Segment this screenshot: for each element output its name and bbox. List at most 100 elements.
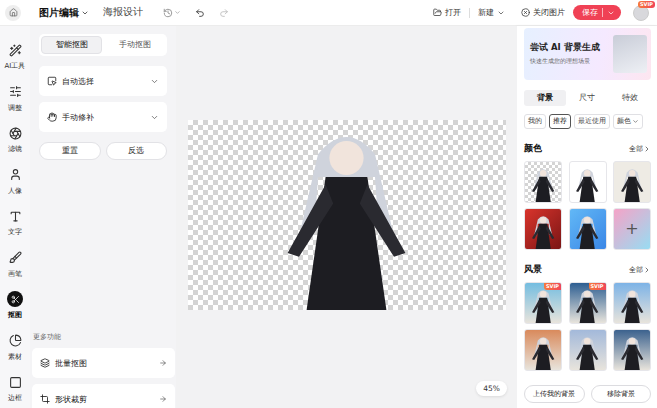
tool-item[interactable]: 调整 (0, 78, 30, 120)
chevron-down-icon (497, 9, 505, 17)
panel-tab[interactable]: 背景 (524, 90, 566, 106)
figure-illustration (527, 287, 559, 323)
image-editor: 图片编辑海报设计打开新建关闭图片保存SVIPAI工具调整滤镜人像文字画笔抠图素材… (0, 0, 657, 408)
tool-icon (9, 168, 22, 181)
mode-menu[interactable]: 图片编辑 (39, 6, 89, 20)
feature-icon (40, 394, 50, 404)
scenery-thumb[interactable]: SVIP (569, 282, 607, 324)
divider (469, 8, 470, 18)
chevron-down-icon (150, 77, 159, 86)
arrow-right-icon (159, 359, 167, 367)
figure-illustration (261, 120, 432, 310)
color-grid: + (524, 161, 651, 250)
scenery-grid: SVIP SVIP (524, 282, 651, 371)
tool-item[interactable]: AI工具 (0, 36, 30, 78)
action-button[interactable]: 重置 (39, 142, 101, 160)
see-all-link[interactable]: 全部 (629, 265, 651, 275)
tool-item[interactable]: 文字 (0, 202, 30, 244)
tool-icon-wrap (7, 167, 23, 183)
open-button[interactable]: 打开 (433, 7, 461, 18)
close-image-button[interactable]: 关闭图片 (521, 7, 565, 18)
filter-chip[interactable]: 推荐 (549, 114, 571, 129)
panel-tab[interactable]: 特效 (609, 90, 651, 106)
see-all-link[interactable]: 全部 (629, 144, 651, 154)
banner-subtitle: 快速生成您的理想场景 (530, 57, 609, 66)
scenery-thumb[interactable] (524, 329, 562, 371)
top-bar: 图片编辑 海报设计 打开 新建 关闭图片保存 SVIP (0, 0, 657, 26)
cutout-tab[interactable]: 智能抠图 (41, 36, 102, 54)
workspace: AI工具调整滤镜人像文字画笔抠图素材边框 智能抠图手动抠图自动选择手动修补重置反选… (0, 26, 657, 408)
tool-icon (9, 127, 22, 140)
color-thumb[interactable] (613, 161, 651, 203)
filter-chip[interactable]: 我的 (524, 114, 546, 129)
chevron-wrap (150, 77, 159, 86)
background-action-button[interactable]: 上传我的背景 (524, 385, 585, 403)
color-thumb[interactable] (524, 161, 562, 203)
zoom-level[interactable]: 45% (476, 381, 507, 396)
figure-illustration (616, 287, 648, 323)
tool-item[interactable]: 素材 (0, 327, 30, 369)
redo-button[interactable] (219, 8, 229, 18)
color-thumb[interactable] (569, 208, 607, 250)
home-icon (9, 8, 18, 17)
history-button[interactable] (163, 8, 181, 18)
canvas-area: 45% (176, 26, 517, 408)
section-header: 风景 全部 (524, 264, 651, 276)
mode-menu[interactable]: 海报设计 (103, 6, 143, 19)
scenery-thumb[interactable]: SVIP (524, 282, 562, 324)
filter-chip[interactable]: 颜色 (613, 114, 643, 129)
option-icon (47, 76, 57, 86)
panel-tab[interactable]: 尺寸 (566, 90, 608, 106)
scenery-thumb[interactable] (613, 282, 651, 324)
ai-banner[interactable]: 尝试 AI 背景生成快速生成您的理想场景 (524, 28, 651, 80)
tool-icon (9, 210, 22, 223)
chevron-down-icon (150, 113, 159, 122)
section-title: 风景 (524, 264, 542, 276)
image-canvas[interactable] (188, 120, 506, 310)
save-button[interactable]: 保存 (573, 5, 621, 20)
option-card[interactable]: 手动修补 (39, 102, 167, 132)
tool-item[interactable]: 画笔 (0, 244, 30, 286)
divider (602, 8, 603, 17)
chevron-down-icon (607, 9, 615, 17)
tool-icon-wrap (7, 250, 23, 266)
section-title: 更多功能 (32, 332, 175, 342)
tool-item[interactable]: 滤镜 (0, 119, 30, 161)
banner-image (613, 35, 647, 73)
home-button[interactable] (5, 5, 21, 21)
tool-icon (9, 334, 22, 347)
tool-icon (9, 251, 22, 264)
color-thumb[interactable] (569, 161, 607, 203)
option-card[interactable]: 自动选择 (39, 66, 167, 96)
tool-item[interactable]: 抠图 (0, 285, 30, 327)
figure-illustration (527, 213, 559, 249)
undo-icon (195, 8, 205, 18)
new-button[interactable]: 新建 (478, 7, 505, 18)
figure-illustration (571, 334, 603, 370)
tool-item[interactable]: 边框 (0, 368, 30, 408)
filter-row: 我的推荐最近使用颜色 (524, 114, 651, 129)
option-icon (47, 112, 57, 122)
svip-badge: SVIP (589, 283, 606, 290)
background-action-button[interactable]: 移除背景 (591, 385, 652, 403)
filter-chip[interactable]: 最近使用 (574, 114, 610, 129)
figure-illustration (571, 287, 603, 323)
feature-card[interactable]: 批量抠图 (32, 348, 175, 378)
chevron-down-icon (174, 9, 181, 16)
tool-item[interactable]: 人像 (0, 161, 30, 203)
figure-illustration (527, 166, 559, 202)
undo-button[interactable] (195, 8, 205, 18)
tool-icon-wrap (7, 374, 23, 390)
tool-icon (9, 85, 22, 98)
feature-card[interactable]: 形状裁剪 (32, 384, 175, 408)
color-thumb[interactable] (524, 208, 562, 250)
color-thumb[interactable]: + (613, 208, 651, 250)
action-button[interactable]: 反选 (106, 142, 168, 160)
user-avatar[interactable]: SVIP (633, 5, 649, 21)
cutout-tabs: 智能抠图手动抠图 (39, 34, 167, 56)
scenery-thumb[interactable] (613, 329, 651, 371)
history-icon (163, 8, 173, 18)
scenery-thumb[interactable] (569, 329, 607, 371)
tool-icon (9, 44, 22, 57)
cutout-tab[interactable]: 手动抠图 (104, 36, 165, 54)
